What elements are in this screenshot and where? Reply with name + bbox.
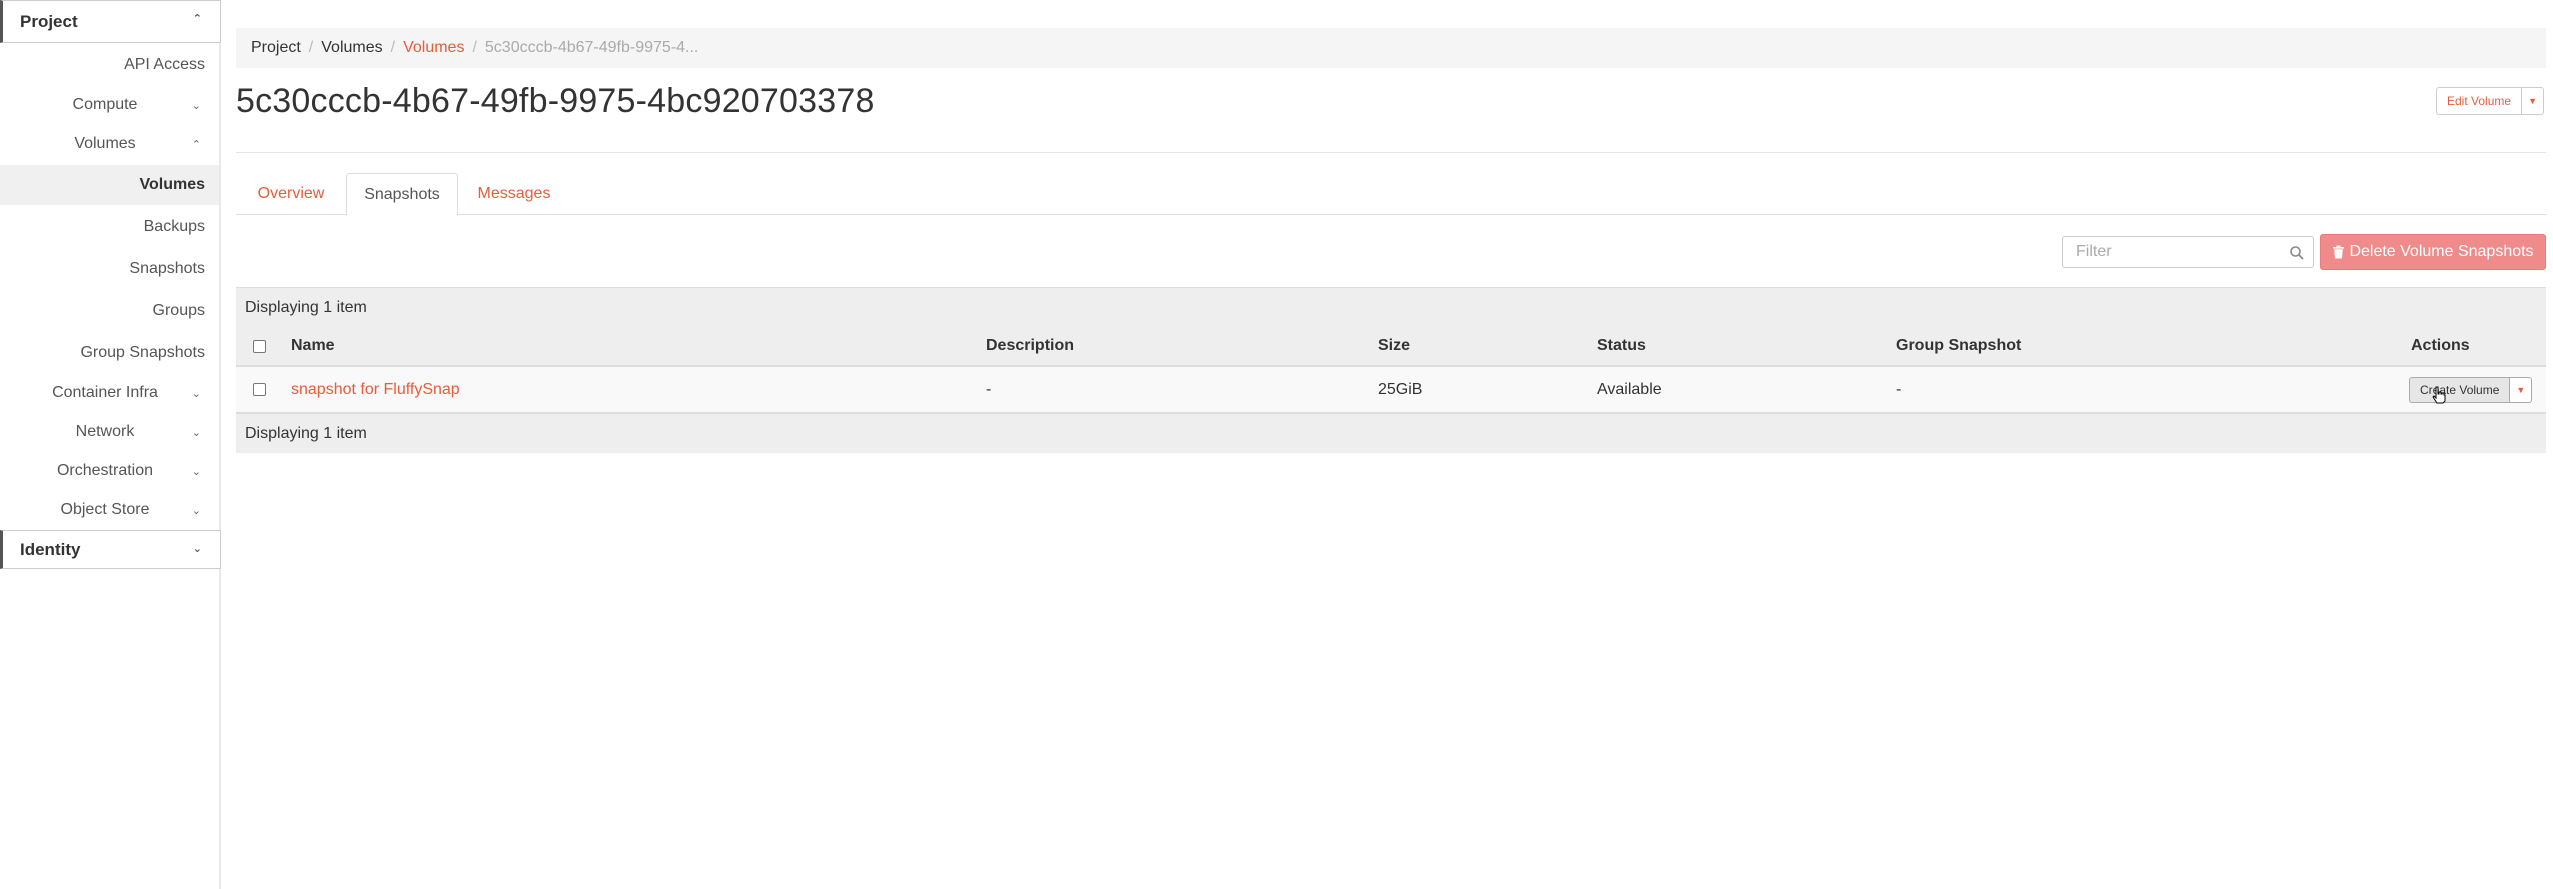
column-header-name[interactable]: Name [291,327,335,365]
column-header-size[interactable]: Size [1378,327,1410,365]
chevron-down-icon: ⌄ [191,426,201,439]
chevron-down-icon: ⌄ [191,99,201,112]
chevron-down-icon: ⌄ [192,543,202,555]
trash-icon [2333,245,2345,259]
sidebar-section-identity[interactable]: Identity ⌄ [0,530,221,569]
breadcrumb-separator: / [308,39,314,56]
create-volume-button-group: Create Volume ▼ [2409,376,2533,403]
sidebar-item-label: Volumes [139,176,206,193]
snapshot-group: - [1896,380,1902,398]
sidebar-item-orchestration[interactable]: Orchestration ⌄ [0,453,210,489]
sidebar-item-label: Group Snapshots [80,344,205,361]
breadcrumb-project: Project [251,39,301,56]
sidebar-item-backups[interactable]: Backups [0,209,219,245]
snapshots-table: Displaying 1 item Name Description Size … [236,287,2546,453]
row-actions-dropdown-toggle[interactable]: ▼ [2510,376,2533,403]
sidebar-item-label: Groups [152,302,205,319]
select-all-cell [253,327,266,365]
snapshot-description: - [986,380,992,398]
snapshot-size: 25GiB [1378,380,1423,398]
delete-button-label: Delete Volume Snapshots [2349,243,2534,260]
sidebar-item-label: Backups [143,218,205,235]
page-title: 5c30cccb-4b67-49fb-9975-4bc920703378 [236,82,875,120]
sidebar-item-label: Snapshots [129,260,205,277]
table-footer-info: Displaying 1 item [236,413,2546,453]
breadcrumb-current: 5c30cccb-4b67-49fb-9975-4... [484,39,699,56]
column-header-group-snapshot[interactable]: Group Snapshot [1896,327,2021,365]
sidebar-item-container-infra[interactable]: Container Infra ⌄ [0,375,210,411]
sidebar-item-volumes-group[interactable]: Volumes ⌃ [0,126,210,162]
chevron-up-icon: ⌃ [191,138,201,151]
breadcrumb-volumes-panel: Volumes [321,39,383,56]
tab-overview[interactable]: Overview [236,173,346,215]
sidebar-item-volumes[interactable]: Volumes [0,165,219,205]
sidebar-item-label: Object Store [60,501,150,518]
sidebar-section-label: Project [20,11,78,31]
breadcrumb: Project / Volumes / Volumes / 5c30cccb-4… [236,28,2546,68]
sidebar-item-label: Orchestration [56,462,154,479]
edit-volume-button[interactable]: Edit Volume [2436,87,2523,115]
sidebar-item-groups[interactable]: Groups [0,293,219,329]
chevron-down-icon: ⌄ [191,387,201,400]
snapshot-status: Available [1597,380,1662,398]
filter-field [2062,236,2314,268]
caret-down-icon: ▼ [2516,384,2526,395]
row-checkbox[interactable] [253,383,266,396]
sidebar-item-label: Container Infra [52,384,158,401]
sidebar-item-compute[interactable]: Compute ⌄ [0,87,210,123]
sidebar-item-network[interactable]: Network ⌄ [0,414,210,450]
sidebar-item-label: API Access [124,56,205,73]
sidebar-item-api-access[interactable]: API Access [0,47,219,83]
delete-volume-snapshots-button[interactable]: Delete Volume Snapshots [2320,234,2546,270]
search-icon[interactable] [2289,245,2305,261]
sidebar-item-snapshots[interactable]: Snapshots [0,251,219,287]
sidebar: Project ⌃ API Access Compute ⌄ Volumes ⌃… [0,0,221,889]
hand-cursor-icon [2432,386,2446,404]
sidebar-section-label: Identity [20,539,81,559]
column-header-description[interactable]: Description [986,327,1074,365]
breadcrumb-volumes-link[interactable]: Volumes [403,39,464,57]
chevron-down-icon: ⌄ [191,504,201,517]
chevron-down-icon: ⌄ [191,465,201,478]
column-header-actions: Actions [2411,337,2470,354]
breadcrumb-separator: / [390,39,396,56]
detail-tabs: Overview Snapshots Messages [236,173,2546,216]
sidebar-item-label: Volumes [74,135,136,152]
create-volume-button[interactable]: Create Volume [2409,376,2511,403]
sidebar-item-label: Compute [72,96,138,113]
select-all-checkbox[interactable] [253,339,266,353]
column-header-status[interactable]: Status [1597,327,1646,365]
edit-volume-button-group: Edit Volume ▼ [2436,87,2545,115]
tab-messages[interactable]: Messages [458,173,570,215]
edit-volume-dropdown-toggle[interactable]: ▼ [2522,87,2545,115]
breadcrumb-separator: / [472,39,477,56]
sidebar-section-project[interactable]: Project ⌃ [0,0,221,43]
table-row: snapshot for FluffySnap - 25GiB Availabl… [236,367,2546,413]
table-info: Displaying 1 item [236,287,2546,327]
caret-down-icon: ▼ [2528,96,2537,106]
snapshot-name-link[interactable]: snapshot for FluffySnap [291,367,460,412]
filter-input[interactable] [2074,242,2289,262]
row-actions: Create Volume ▼ [2409,367,2533,412]
sidebar-item-group-snapshots[interactable]: Group Snapshots [0,335,219,371]
sidebar-item-label: Network [75,423,135,440]
sidebar-item-object-store[interactable]: Object Store ⌄ [0,492,210,528]
title-divider [236,152,2546,153]
chevron-up-icon: ⌃ [192,13,202,25]
row-select-cell [253,367,266,412]
table-header-row: Name Description Size Status Group Snaps… [236,327,2546,367]
tab-snapshots[interactable]: Snapshots [346,173,458,216]
